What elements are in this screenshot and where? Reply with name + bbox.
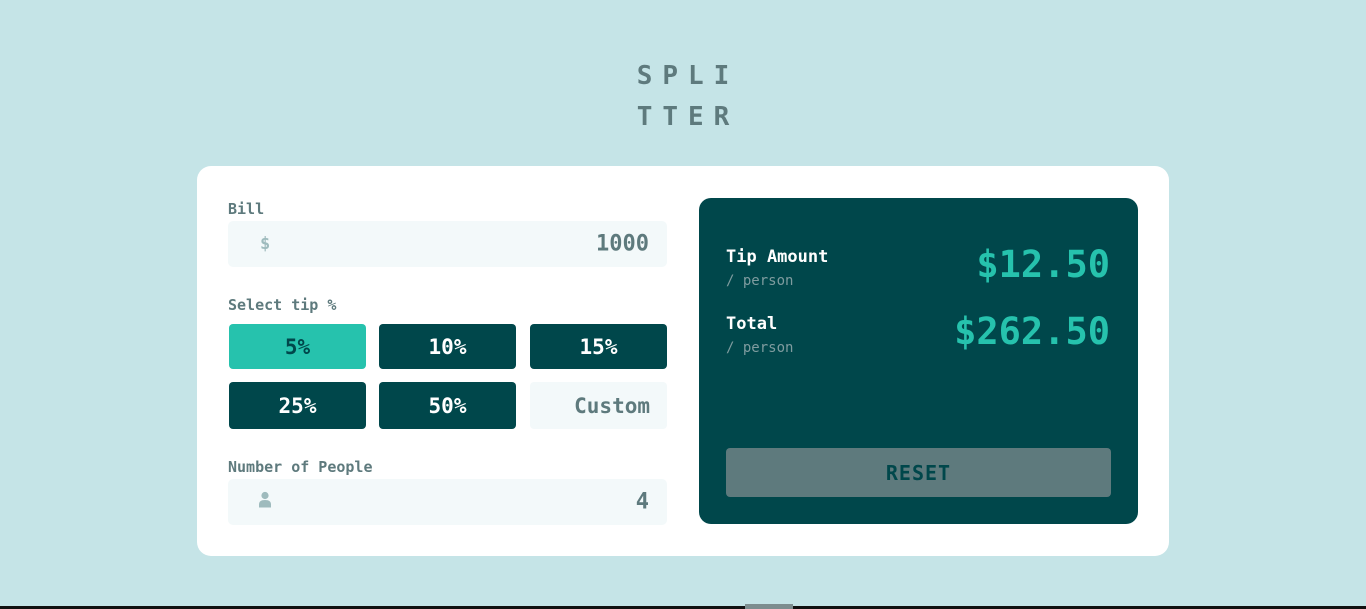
app-page: SPLI TTER Bill $ 1000 Select tip % 5% 10… (0, 0, 1366, 609)
tip-amount-per-person: / person (726, 273, 794, 289)
tip-button-5[interactable]: 5% (229, 324, 366, 369)
logo-line-2: TTER (636, 102, 740, 132)
reset-button[interactable]: RESET (726, 448, 1111, 497)
bottom-scroll-handle (745, 604, 793, 609)
tip-amount-title: Tip Amount (726, 247, 829, 267)
custom-tip-input[interactable]: Custom (530, 382, 667, 429)
bill-label: Bill (228, 200, 265, 218)
select-tip-label: Select tip % (228, 296, 337, 314)
calculator-card: Bill $ 1000 Select tip % 5% 10% 15% 25% … (197, 166, 1169, 556)
people-value: 4 (635, 489, 649, 515)
tip-button-15[interactable]: 15% (530, 324, 667, 369)
tip-button-25[interactable]: 25% (229, 382, 366, 429)
people-label: Number of People (228, 458, 373, 476)
bill-value: 1000 (596, 231, 649, 257)
dollar-icon: $ (260, 234, 271, 254)
app-logo: SPLI TTER (0, 56, 1366, 138)
tip-button-50[interactable]: 50% (379, 382, 516, 429)
people-input[interactable]: 4 (228, 479, 667, 525)
total-value: $262.50 (954, 310, 1110, 353)
bill-input[interactable]: $ 1000 (228, 221, 667, 267)
logo-line-1: SPLI (636, 61, 740, 91)
total-per-person: / person (726, 340, 794, 356)
tip-amount-value: $12.50 (976, 243, 1110, 286)
tip-button-10[interactable]: 10% (379, 324, 516, 369)
result-panel: Tip Amount / person $12.50 Total / perso… (699, 198, 1138, 524)
person-icon (259, 491, 271, 513)
total-title: Total (726, 314, 778, 334)
